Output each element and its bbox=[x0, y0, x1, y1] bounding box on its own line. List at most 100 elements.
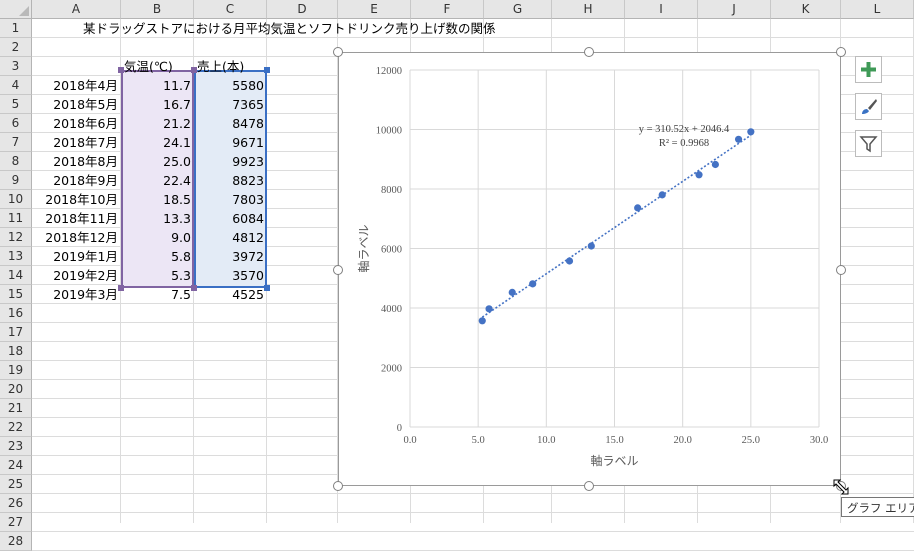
month-cell[interactable]: 2018年10月 bbox=[32, 190, 121, 209]
column-header[interactable]: J bbox=[698, 0, 771, 19]
row-header[interactable]: 14 bbox=[0, 266, 32, 285]
column-header[interactable]: I bbox=[625, 0, 698, 19]
temperature-cell[interactable]: 9.0 bbox=[121, 228, 194, 247]
chart-resize-handle[interactable] bbox=[333, 265, 343, 275]
column-header[interactable]: L bbox=[841, 0, 914, 19]
row-header[interactable]: 16 bbox=[0, 304, 32, 323]
month-cell[interactable]: 2018年12月 bbox=[32, 228, 121, 247]
chart-elements-button[interactable] bbox=[855, 56, 882, 83]
column-header[interactable]: G bbox=[484, 0, 552, 19]
row-header[interactable]: 4 bbox=[0, 76, 32, 95]
chart-resize-handle[interactable] bbox=[584, 47, 594, 57]
row-header[interactable]: 10 bbox=[0, 190, 32, 209]
row-header[interactable]: 21 bbox=[0, 399, 32, 418]
sales-cell[interactable]: 9923 bbox=[194, 152, 267, 171]
sales-cell[interactable]: 4525 bbox=[194, 285, 267, 304]
temperature-cell[interactable]: 18.5 bbox=[121, 190, 194, 209]
row-header[interactable]: 9 bbox=[0, 171, 32, 190]
sales-cell[interactable]: 6084 bbox=[194, 209, 267, 228]
chart-resize-handle[interactable] bbox=[333, 47, 343, 57]
sales-cell[interactable]: 8823 bbox=[194, 171, 267, 190]
chart-resize-handle[interactable] bbox=[333, 481, 343, 491]
row-header[interactable]: 3 bbox=[0, 57, 32, 76]
column-header[interactable]: F bbox=[411, 0, 484, 19]
row-header[interactable]: 23 bbox=[0, 437, 32, 456]
range-handle[interactable] bbox=[264, 67, 270, 73]
sheet-title-cell[interactable]: 某ドラッグストアにおける月平均気温とソフトドリンク売り上げ数の関係 bbox=[80, 19, 499, 38]
sales-cell[interactable]: 3570 bbox=[194, 266, 267, 285]
row-header[interactable]: 11 bbox=[0, 209, 32, 228]
row-header[interactable]: 17 bbox=[0, 323, 32, 342]
month-cell[interactable]: 2018年7月 bbox=[32, 133, 121, 152]
y-tick-label: 10000 bbox=[376, 126, 402, 137]
month-cell[interactable]: 2018年4月 bbox=[32, 76, 121, 95]
select-all-corner[interactable] bbox=[0, 0, 32, 19]
sales-cell[interactable]: 5580 bbox=[194, 76, 267, 95]
sales-cell[interactable]: 8478 bbox=[194, 114, 267, 133]
row-header[interactable]: 26 bbox=[0, 494, 32, 513]
row-header[interactable]: 15 bbox=[0, 285, 32, 304]
row-header[interactable]: 7 bbox=[0, 133, 32, 152]
sales-cell[interactable]: 7365 bbox=[194, 95, 267, 114]
data-point bbox=[734, 135, 743, 143]
month-cell[interactable]: 2018年8月 bbox=[32, 152, 121, 171]
temperature-cell[interactable]: 16.7 bbox=[121, 95, 194, 114]
chart-filters-button[interactable] bbox=[855, 130, 882, 157]
data-point bbox=[565, 257, 574, 265]
month-cell[interactable]: 2018年6月 bbox=[32, 114, 121, 133]
row-header[interactable]: 19 bbox=[0, 361, 32, 380]
temperature-cell[interactable]: 5.3 bbox=[121, 266, 194, 285]
header-temp-cell[interactable]: 気温(℃) bbox=[121, 57, 176, 76]
sales-cell[interactable]: 9671 bbox=[194, 133, 267, 152]
month-cell[interactable]: 2019年3月 bbox=[32, 285, 121, 304]
temperature-cell[interactable]: 11.7 bbox=[121, 76, 194, 95]
temperature-cell[interactable]: 25.0 bbox=[121, 152, 194, 171]
row-header[interactable]: 8 bbox=[0, 152, 32, 171]
month-cell[interactable]: 2018年11月 bbox=[32, 209, 121, 228]
spreadsheet-grid[interactable]: ABCDEFGHIJKL 1 2 3 4 5 6 7 8 9 10 11 12 13 14 15 16 17 18… bbox=[0, 0, 914, 551]
row-header[interactable]: 13 bbox=[0, 247, 32, 266]
row-header[interactable]: 6 bbox=[0, 114, 32, 133]
row-header[interactable]: 18 bbox=[0, 342, 32, 361]
sales-cell[interactable]: 3972 bbox=[194, 247, 267, 266]
column-header[interactable]: A bbox=[32, 0, 121, 19]
chart-resize-handle[interactable] bbox=[584, 481, 594, 491]
temperature-cell[interactable]: 21.2 bbox=[121, 114, 194, 133]
row-header[interactable]: 24 bbox=[0, 456, 32, 475]
chart-resize-handle[interactable] bbox=[836, 47, 846, 57]
temperature-cell[interactable]: 22.4 bbox=[121, 171, 194, 190]
row-header[interactable]: 20 bbox=[0, 380, 32, 399]
row-header[interactable]: 25 bbox=[0, 475, 32, 494]
column-header[interactable]: D bbox=[267, 0, 338, 19]
header-sales-cell[interactable]: 売上(本) bbox=[194, 57, 247, 76]
column-header[interactable]: C bbox=[194, 0, 267, 19]
temperature-cell[interactable]: 13.3 bbox=[121, 209, 194, 228]
temperature-cell[interactable]: 24.1 bbox=[121, 133, 194, 152]
column-header[interactable]: H bbox=[552, 0, 625, 19]
month-cell[interactable]: 2018年9月 bbox=[32, 171, 121, 190]
x-tick-label: 0.0 bbox=[403, 435, 416, 446]
month-cell[interactable]: 2018年5月 bbox=[32, 95, 121, 114]
row-header[interactable]: 28 bbox=[0, 532, 32, 551]
column-header[interactable]: K bbox=[771, 0, 841, 19]
y-tick-label: 4000 bbox=[381, 304, 402, 315]
chart-styles-button[interactable] bbox=[855, 93, 882, 120]
y-tick-label: 8000 bbox=[381, 185, 402, 196]
sales-cell[interactable]: 7803 bbox=[194, 190, 267, 209]
row-header[interactable]: 22 bbox=[0, 418, 32, 437]
temperature-cell[interactable]: 5.8 bbox=[121, 247, 194, 266]
grid-line bbox=[32, 531, 914, 532]
month-cell[interactable]: 2019年2月 bbox=[32, 266, 121, 285]
chart-area[interactable]: 0 2000 4000 6000 8000 10000 12000 0.0 5.0 10.0 15.… bbox=[338, 52, 841, 486]
column-header[interactable]: B bbox=[121, 0, 194, 19]
row-header[interactable]: 2 bbox=[0, 38, 32, 57]
row-header[interactable]: 12 bbox=[0, 228, 32, 247]
chart-resize-handle[interactable] bbox=[836, 265, 846, 275]
row-header[interactable]: 5 bbox=[0, 95, 32, 114]
month-cell[interactable]: 2019年1月 bbox=[32, 247, 121, 266]
column-header[interactable]: E bbox=[338, 0, 411, 19]
sales-cell[interactable]: 4812 bbox=[194, 228, 267, 247]
temperature-cell[interactable]: 7.5 bbox=[121, 285, 194, 304]
filter-icon bbox=[859, 136, 878, 153]
row-header[interactable]: 1 bbox=[0, 19, 32, 38]
